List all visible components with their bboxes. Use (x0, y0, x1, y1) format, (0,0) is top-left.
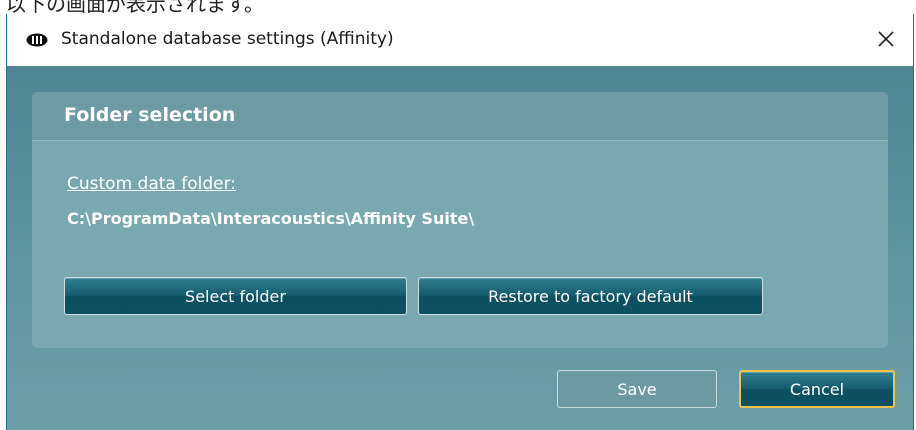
save-button[interactable]: Save (557, 370, 717, 408)
window-title: Standalone database settings (Affinity) (61, 29, 394, 49)
select-folder-button[interactable]: Select folder (64, 277, 407, 315)
top-caption: 以下の画面が表示されます。 (0, 0, 916, 14)
cancel-button[interactable]: Cancel (739, 370, 895, 408)
dialog-body: Folder selection Custom data folder: C:\… (7, 66, 913, 430)
folder-selection-panel: Folder selection Custom data folder: C:\… (32, 92, 888, 348)
custom-data-folder-label: Custom data folder: (67, 174, 237, 194)
close-icon (878, 31, 894, 47)
panel-header: Folder selection (32, 92, 888, 141)
close-button[interactable] (871, 24, 901, 54)
panel-title: Folder selection (64, 104, 236, 126)
dialog-window: Standalone database settings (Affinity) … (6, 14, 914, 430)
caption-text: 以下の画面が表示されます。 (6, 0, 264, 14)
title-bar: Standalone database settings (Affinity) (7, 14, 913, 66)
restore-factory-default-button[interactable]: Restore to factory default (418, 277, 763, 315)
affinity-app-icon (26, 33, 48, 47)
folder-path: C:\ProgramData\Interacoustics\Affinity S… (67, 209, 475, 228)
